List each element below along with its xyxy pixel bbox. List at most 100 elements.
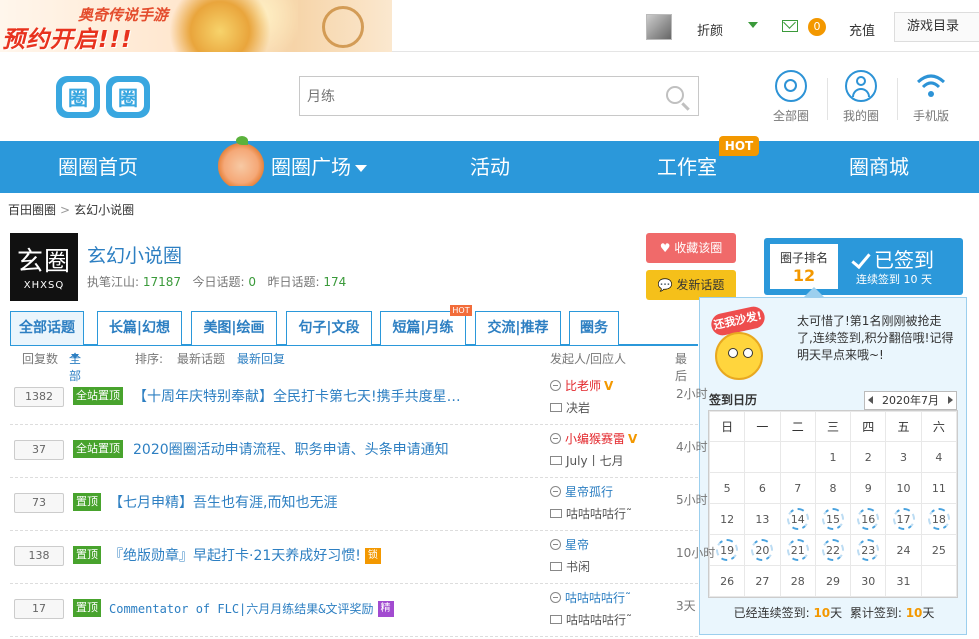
favorite-circle-button[interactable]: ♥ 收藏该圈 — [646, 233, 736, 263]
nav-circle-plaza[interactable]: 圈圈广场 — [264, 141, 374, 193]
header-divider — [827, 78, 828, 120]
nav-home[interactable]: 圈圈首页 — [40, 141, 156, 193]
breadcrumb-root[interactable]: 百田圈圈 — [8, 203, 56, 217]
pinned-tag: 置顶 — [73, 546, 101, 564]
topic-title[interactable]: 『绝版勋章』早起打卡·21天养成好习惯! 锁 — [109, 545, 381, 565]
topic-replier[interactable]: 书闲 — [550, 558, 590, 575]
table-row[interactable]: 17 置顶 Commentator of FLC|六月月练结果&文评奖励精咕咕咕咕行… — [10, 584, 698, 637]
col-poster: 发起人/回应人 — [550, 352, 627, 366]
calendar-day: 26 — [708, 565, 746, 597]
topic-poster[interactable]: 小编猴赛雷 V — [550, 430, 637, 447]
chevron-down-icon — [355, 165, 367, 172]
stat-yesterday-value: 174 — [323, 275, 347, 289]
new-topic-button[interactable]: 💬 发新话题 — [646, 270, 736, 300]
calendar-day: 5 — [708, 472, 746, 504]
sort-latest-topic[interactable]: 最新话题 — [177, 350, 225, 367]
table-row[interactable]: 37 全站置顶 2020圈圈活动申请流程、职务申请、头条申请通知 小编猴赛雷 V July… — [10, 425, 708, 478]
banner-headline: 预约开启!!! — [2, 27, 133, 52]
tab-long-fantasy[interactable]: 长篇|幻想 — [97, 311, 182, 345]
topic-title[interactable]: 【七月申精】吾生也有涯,而知也无涯 — [109, 492, 337, 512]
replier-name: July丨七月 — [566, 454, 624, 468]
summary-consecutive-label: 已经连续签到: — [733, 606, 810, 620]
prev-month-icon[interactable] — [868, 396, 873, 404]
mail-icon[interactable] — [782, 20, 798, 32]
signed-day-marker: 23 — [857, 539, 880, 561]
sort-label: 排序: — [135, 352, 164, 366]
tab-all-topics[interactable]: 全部话题 — [10, 311, 84, 345]
breadcrumb-current[interactable]: 玄幻小说圈 — [74, 203, 134, 217]
user-avatar[interactable] — [646, 14, 672, 40]
search-icon[interactable] — [666, 86, 684, 104]
username-link[interactable]: 折颜 — [697, 20, 723, 39]
calendar-day: 2 — [850, 441, 887, 473]
table-row[interactable]: 73 置顶 【七月申精】吾生也有涯,而知也无涯 星帝孤行 咕咕咕咕行˜ 5小时 — [10, 478, 708, 531]
signed-in-button[interactable]: 已签到 — [851, 244, 934, 273]
nav-activity[interactable]: 活动 — [460, 141, 520, 193]
topic-title[interactable]: 2020圈圈活动申请流程、职务申请、头条申请通知 — [133, 439, 449, 459]
topic-replier[interactable]: 咕咕咕咕行˜ — [550, 505, 632, 522]
signin-calendar: 日一二三四五六 1 2 3 4 5 6 7 8 9 10 11 12 13 14 15 16 17 18 19 20 2… — [708, 410, 958, 598]
sort-latest-reply[interactable]: 最新回复 — [237, 350, 285, 367]
calendar-day: 8 — [814, 472, 852, 504]
topic-poster[interactable]: 星帝孤行 — [550, 483, 613, 500]
calendar-day-number: 12 — [720, 512, 735, 526]
table-row[interactable]: 1382 全站置顶 【十周年庆特别奉献】全民打卡第七天!携手共度星… 比老师 V 决岩 2小… — [10, 372, 708, 425]
weekday-header: 二 — [779, 411, 816, 442]
current-month: 2020年7月 — [882, 394, 939, 407]
nav-studio[interactable]: 工作室 — [646, 141, 728, 193]
last-reply-time: 4小时 — [676, 440, 708, 454]
calendar-day-number: 3 — [900, 450, 908, 464]
calendar-day: 15 — [814, 503, 852, 535]
topic-poster[interactable]: 咕咕咕咕行˜ — [550, 589, 631, 606]
calendar-day: 16 — [850, 503, 887, 535]
my-circles-link[interactable]: 我的圈 — [831, 70, 891, 126]
search-input[interactable] — [301, 78, 641, 114]
topic-poster[interactable]: 星帝 — [550, 536, 589, 553]
poster-name: 星帝孤行 — [565, 485, 614, 499]
all-circles-link[interactable]: 全部圈 — [761, 70, 821, 126]
tab-circle-affairs[interactable]: 圈务 — [569, 311, 619, 345]
signin-streak: 连续签到 10 天 — [856, 273, 932, 286]
nav-circle-mall[interactable]: 圈商城 — [838, 141, 920, 193]
circle-name[interactable]: 玄幻小说圈 — [87, 241, 182, 268]
signed-day-marker: 16 — [857, 508, 880, 530]
signed-day-marker: 19 — [716, 539, 739, 561]
tab-sentence-paragraph[interactable]: 句子|文段 — [286, 311, 372, 345]
calendar-day-number: 4 — [935, 450, 943, 464]
next-month-icon[interactable] — [948, 396, 953, 404]
topic-title[interactable]: Commentator of FLC|六月月练结果&文评奖励精 — [109, 600, 394, 617]
calendar-day-number: 13 — [755, 512, 770, 526]
hot-badge: HOT — [719, 136, 759, 156]
game-ad-banner[interactable]: 奥奇传说手游 预约开启!!! — [0, 0, 392, 52]
tab-short-monthly[interactable]: 短篇|月练 — [380, 311, 466, 345]
tab-art-drawing[interactable]: 美图|绘画 — [191, 311, 277, 345]
topic-replier[interactable]: 咕咕咕咕行˜ — [550, 611, 632, 628]
calendar-day: 3 — [885, 441, 922, 473]
mobile-version-link[interactable]: 手机版 — [901, 70, 961, 126]
topic-replier[interactable]: 决岩 — [550, 399, 590, 416]
games-menu-button[interactable]: 游戏目录 — [894, 12, 979, 42]
weekday-header: 一 — [744, 411, 781, 442]
calendar-day — [744, 441, 781, 473]
summary-total-label: 累计签到: — [849, 606, 902, 620]
filter-all[interactable]: 全部 — [69, 350, 81, 383]
signed-day-marker: 21 — [786, 539, 809, 561]
table-row[interactable]: 138 置顶 『绝版勋章』早起打卡·21天养成好习惯! 锁 星帝 书闲 10小时 — [10, 531, 715, 584]
tab-exchange-recommend[interactable]: 交流|推荐 — [475, 311, 561, 345]
banner-character-image — [168, 0, 298, 52]
calendar-day-number: 31 — [896, 574, 911, 588]
last-reply-time: 5小时 — [676, 493, 708, 507]
topic-replier[interactable]: July丨七月 — [550, 452, 624, 469]
popup-pointer — [804, 287, 824, 297]
site-logo[interactable]: 圈 圈 — [54, 72, 154, 122]
signed-day-marker: 14 — [786, 508, 809, 530]
reply-bubble-icon — [550, 509, 562, 518]
rank-title: 圈子排名 — [779, 251, 828, 265]
topic-title[interactable]: 【十周年庆特别奉献】全民打卡第七天!携手共度星… — [133, 386, 461, 406]
month-selector: 2020年7月 — [864, 391, 957, 410]
user-menu-chevron-down-icon[interactable] — [748, 22, 758, 28]
sofa-mascot: 还我沙发! — [705, 304, 780, 386]
topic-poster[interactable]: 比老师 V — [550, 377, 613, 394]
recharge-link[interactable]: 充值 — [849, 20, 875, 39]
poster-icon — [550, 539, 561, 550]
